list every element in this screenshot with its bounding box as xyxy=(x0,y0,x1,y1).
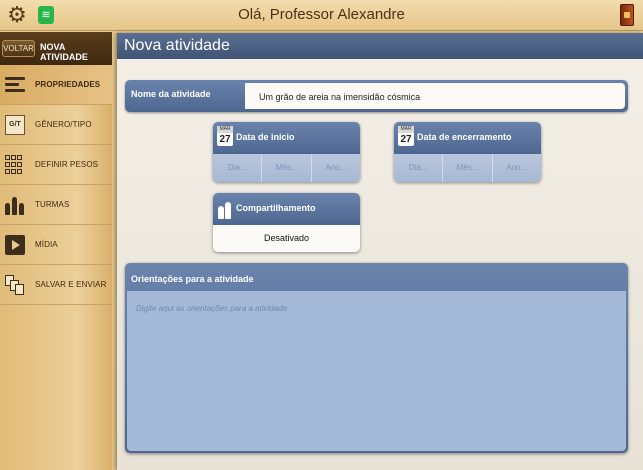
sidebar-item-label: TURMAS xyxy=(35,200,70,209)
activity-name-label: Nome da atividade xyxy=(131,89,211,99)
top-bar: ⚙ ≋ Olá, Professor Alexandre xyxy=(0,0,643,31)
start-date-title: Data de início xyxy=(236,132,295,142)
end-day-field[interactable]: Dia... xyxy=(394,154,444,182)
activity-name-row: Nome da atividade Um grão de areia na im… xyxy=(125,80,628,112)
orientations-placeholder: Digite aqui as orientações para a ativid… xyxy=(136,304,290,313)
media-play-icon xyxy=(5,234,25,255)
calendar-icon: MAR 27 xyxy=(217,126,233,146)
back-button[interactable]: VOLTAR xyxy=(2,40,35,57)
start-date-card: MAR 27 Data de início Dia... Mês... Ano..… xyxy=(213,122,360,182)
sidebar-header: VOLTAR NOVA ATIVIDADE xyxy=(0,32,112,65)
sidebar-item-media[interactable]: MÍDIA xyxy=(0,225,112,265)
sidebar-item-genre[interactable]: G/T GÊNERO/TIPO xyxy=(0,105,112,145)
sharing-title: Compartilhamento xyxy=(236,203,316,213)
greeting-title: Olá, Professor Alexandre xyxy=(238,6,405,23)
classes-icon xyxy=(5,195,25,215)
people-icon xyxy=(218,199,233,219)
orientations-textarea[interactable]: Digite aqui as orientações para a ativid… xyxy=(127,291,626,451)
sidebar: VOLTAR NOVA ATIVIDADE PROPRIEDADES G/T G… xyxy=(0,32,112,470)
sidebar-item-label: SALVAR E ENVIAR xyxy=(35,280,107,289)
end-date-title: Data de encerramento xyxy=(417,132,512,142)
end-date-card: MAR 27 Data de encerramento Dia... Mês...… xyxy=(394,122,541,182)
sidebar-item-weights[interactable]: DEFINIR PESOS xyxy=(0,145,112,185)
sidebar-item-label: GÊNERO/TIPO xyxy=(35,120,92,129)
weights-grid-icon xyxy=(5,154,25,175)
form-body: Nome da atividade Um grão de areia na im… xyxy=(117,59,643,470)
sidebar-item-label: MÍDIA xyxy=(35,240,58,249)
sidebar-item-save-send[interactable]: SALVAR E ENVIAR xyxy=(0,265,112,305)
page-title: Nova atividade xyxy=(117,33,643,59)
sidebar-item-label: PROPRIEDADES xyxy=(35,80,101,89)
orientations-label: Orientações para a atividade xyxy=(131,274,254,284)
sidebar-item-classes[interactable]: TURMAS xyxy=(0,185,112,225)
sidebar-item-properties[interactable]: PROPRIEDADES xyxy=(0,65,112,105)
book-icon[interactable] xyxy=(620,4,634,26)
genre-icon: G/T xyxy=(5,114,25,135)
start-month-field[interactable]: Mês... xyxy=(262,154,312,182)
end-year-field[interactable]: Ano... xyxy=(493,154,541,182)
sharing-value[interactable]: Desativado xyxy=(213,225,360,251)
start-year-field[interactable]: Ano... xyxy=(312,154,360,182)
calendar-icon: MAR 27 xyxy=(398,126,414,146)
sharing-card[interactable]: Compartilhamento Desativado xyxy=(213,193,360,252)
main-panel: Nova atividade Nome da atividade Um grão… xyxy=(117,33,643,470)
start-day-field[interactable]: Dia... xyxy=(213,154,263,182)
properties-icon xyxy=(5,75,25,95)
save-send-icon xyxy=(5,274,25,295)
orientations-section: Orientações para a atividade Digite aqui… xyxy=(125,263,628,453)
activity-name-field[interactable]: Um grão de areia na imensidão cósmica xyxy=(245,83,625,109)
sidebar-title: NOVA ATIVIDADE xyxy=(40,42,88,62)
end-month-field[interactable]: Mês... xyxy=(443,154,493,182)
sidebar-item-label: DEFINIR PESOS xyxy=(35,160,99,169)
